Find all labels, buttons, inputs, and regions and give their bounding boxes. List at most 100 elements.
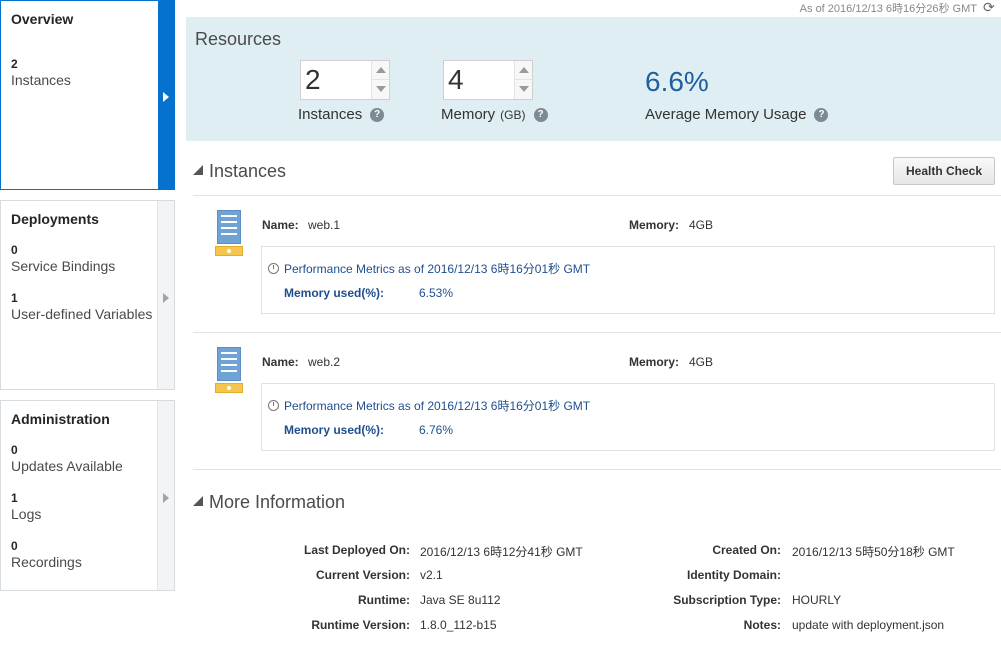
divider <box>193 195 1001 196</box>
memory-label-group: Memory (GB)? <box>441 106 548 123</box>
nav-item-label: Updates Available <box>11 458 123 474</box>
current-version-value: v2.1 <box>420 568 443 582</box>
health-check-button[interactable]: Health Check <box>893 157 995 185</box>
memory-used-label: Memory used(%): <box>284 423 385 437</box>
nav-item-label: Service Bindings <box>11 258 116 274</box>
performance-metrics-link[interactable]: Performance Metrics as of 2016/12/13 6時1… <box>284 260 590 277</box>
runtime-version-label: Runtime Version: <box>311 618 410 632</box>
increment-button[interactable] <box>372 61 389 80</box>
nav-item-instances[interactable]: 2 Instances <box>11 57 71 89</box>
server-icon <box>215 210 243 258</box>
nav-panel-overview[interactable]: Overview 2 Instances <box>0 0 175 190</box>
nav-panel-administration[interactable]: Administration 0 Updates Available 1 Log… <box>0 400 175 591</box>
memory-label: Memory: <box>629 355 680 369</box>
nav-item-count: 2 <box>11 57 18 71</box>
instance-name: web.2 <box>308 355 341 369</box>
more-info-section-title: More Information <box>209 492 346 512</box>
nav-item-label: Instances <box>11 72 71 88</box>
nav-item-service-bindings[interactable]: 0 Service Bindings <box>11 243 115 275</box>
server-icon <box>215 347 243 395</box>
nav-item-count: 0 <box>11 443 18 457</box>
as-of-timestamp: As of 2016/12/13 6時16分26秒 GMT <box>799 3 977 15</box>
help-icon[interactable]: ? <box>814 108 829 123</box>
notes-value: update with deployment.json <box>792 618 945 632</box>
memory-used-label: Memory used(%): <box>284 286 385 300</box>
expand-strip[interactable] <box>158 1 174 189</box>
performance-metrics-box: Performance Metrics as of 2016/12/13 6時1… <box>261 383 995 451</box>
nav-item-user-defined-variables[interactable]: 1 User-defined Variables <box>11 291 152 323</box>
resources-title: Resources <box>195 29 282 49</box>
subscription-type-label: Subscription Type: <box>673 593 781 607</box>
nav-item-recordings[interactable]: 0 Recordings <box>11 539 82 571</box>
name-label: Name: <box>262 218 299 232</box>
nav-item-label: User-defined Variables <box>11 306 153 322</box>
notes-label: Notes: <box>743 618 781 632</box>
decrement-button[interactable] <box>372 80 389 99</box>
nav-item-count: 1 <box>11 491 18 505</box>
divider <box>193 332 1001 333</box>
increment-button[interactable] <box>515 61 532 80</box>
instances-section-title: Instances <box>209 161 287 181</box>
nav-panel-deployments[interactable]: Deployments 0 Service Bindings 1 User-de… <box>0 200 175 390</box>
performance-metrics-box: Performance Metrics as of 2016/12/13 6時1… <box>261 246 995 314</box>
instances-label: Instances <box>298 106 363 123</box>
instance-memory: 4GB <box>689 218 714 232</box>
instance-card-web-1: Name: web.1 Memory: 4GB Performance Metr… <box>193 210 1001 330</box>
subscription-type-value: HOURLY <box>792 593 842 607</box>
clock-icon <box>268 263 279 274</box>
performance-metrics-link[interactable]: Performance Metrics as of 2016/12/13 6時1… <box>284 397 590 414</box>
last-deployed-value: 2016/12/13 6時12分41秒 GMT <box>420 545 583 559</box>
nav-item-logs[interactable]: 1 Logs <box>11 491 41 523</box>
instances-label-group: Instances? <box>298 106 385 123</box>
chevron-right-icon <box>163 92 169 102</box>
chevron-right-icon <box>163 293 169 303</box>
runtime-label: Runtime: <box>358 593 410 607</box>
resources-panel: Resources 2 Instances? 4 Memory (GB)? 6.6… <box>186 17 1001 141</box>
memory-label: Memory: <box>629 218 680 232</box>
instance-name: web.1 <box>308 218 341 232</box>
instance-memory: 4GB <box>689 355 714 369</box>
nav-panel-title: Administration <box>11 411 110 427</box>
current-version-label: Current Version: <box>315 568 410 582</box>
nav-item-updates-available[interactable]: 0 Updates Available <box>11 443 123 475</box>
memory-used-value: 6.53% <box>419 286 454 300</box>
nav-panel-title: Overview <box>11 11 74 27</box>
expand-strip[interactable] <box>157 401 174 590</box>
nav-item-count: 0 <box>11 539 18 553</box>
more-info-section-header[interactable]: More Information <box>193 492 345 513</box>
decrement-button[interactable] <box>515 80 532 99</box>
instances-value: 2 <box>305 64 321 95</box>
instances-section-header[interactable]: Instances <box>193 161 286 182</box>
instances-stepper[interactable]: 2 <box>300 60 390 100</box>
nav-item-count: 0 <box>11 243 18 257</box>
clock-icon <box>268 400 279 411</box>
average-memory-value: 6.6% <box>645 66 709 97</box>
average-memory-label-group: Average Memory Usage? <box>645 106 829 123</box>
runtime-version-value: 1.8.0_112-b15 <box>420 618 497 632</box>
help-icon[interactable]: ? <box>370 108 385 123</box>
collapse-triangle-icon[interactable] <box>193 165 203 175</box>
refresh-icon[interactable]: ⟳ <box>983 0 997 15</box>
memory-used-value: 6.76% <box>419 423 454 437</box>
last-deployed-label: Last Deployed On: <box>303 543 410 557</box>
nav-panel-title: Deployments <box>11 211 99 227</box>
nav-item-count: 1 <box>11 291 18 305</box>
collapse-triangle-icon[interactable] <box>193 496 203 506</box>
memory-unit: (GB) <box>500 108 526 122</box>
divider <box>193 469 1001 470</box>
nav-item-label: Recordings <box>11 554 82 570</box>
expand-strip[interactable] <box>157 201 174 389</box>
chevron-right-icon <box>163 493 169 503</box>
nav-item-label: Logs <box>11 506 42 522</box>
memory-value: 4 <box>448 64 464 95</box>
name-label: Name: <box>262 355 299 369</box>
instance-card-web-2: Name: web.2 Memory: 4GB Performance Metr… <box>193 347 1001 467</box>
identity-domain-label: Identity Domain: <box>686 568 781 582</box>
average-memory-label: Average Memory Usage <box>645 106 807 123</box>
help-icon[interactable]: ? <box>533 108 548 123</box>
runtime-value: Java SE 8u112 <box>420 593 501 607</box>
memory-label: Memory <box>441 106 496 123</box>
created-on-value: 2016/12/13 5時50分18秒 GMT <box>792 545 955 559</box>
created-on-label: Created On: <box>712 543 781 557</box>
memory-stepper[interactable]: 4 <box>443 60 533 100</box>
